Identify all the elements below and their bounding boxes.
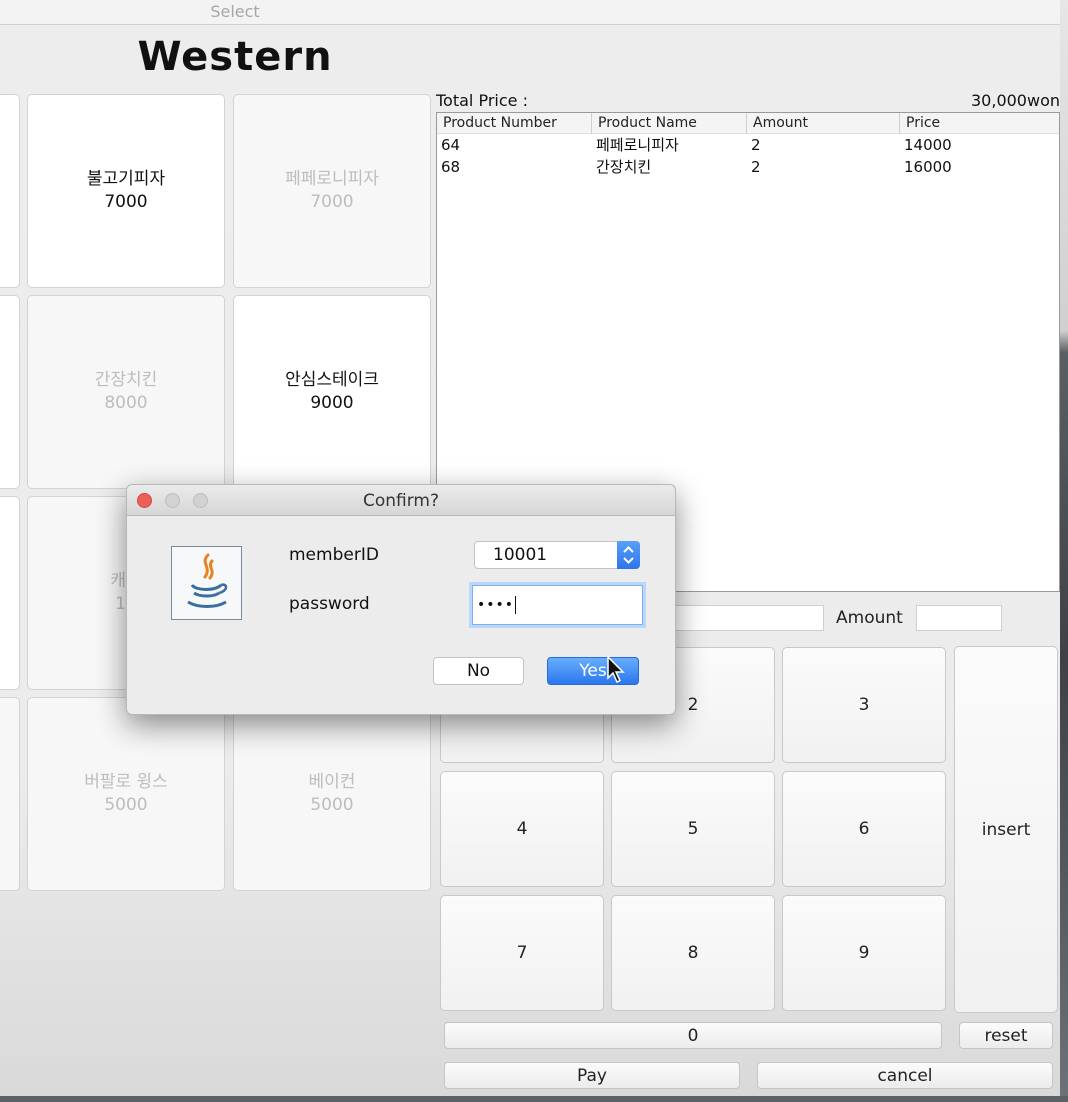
select-stepper-icon[interactable] [617, 541, 640, 569]
menu-item-card[interactable]: 버팔로 윙스 5000 [27, 697, 225, 891]
cell-product-name: 페페로니피자 [596, 136, 679, 154]
key-label: 3 [858, 695, 870, 715]
member-id-select[interactable]: 10001 [474, 541, 640, 569]
table-row[interactable]: 68 간장치킨 2 16000 [437, 156, 1059, 178]
keypad-key-3[interactable]: 3 [782, 647, 946, 763]
cancel-label: cancel [877, 1065, 933, 1086]
menu-item-name: 간장치킨 [94, 370, 158, 390]
cancel-button[interactable]: cancel [757, 1062, 1053, 1089]
insert-label: insert [981, 819, 1031, 840]
menu-item-card[interactable]: 페페로니피자 7000 [233, 94, 431, 288]
menu-card-partial[interactable] [0, 94, 20, 288]
menu-item-name: 베이컨 [308, 772, 356, 792]
menu-item-price: 8000 [104, 393, 148, 413]
menu-item-card[interactable]: 안심스테이크 9000 [233, 295, 431, 489]
menu-item-price: 5000 [104, 795, 148, 815]
menu-item-price: 7000 [310, 192, 354, 212]
product-field[interactable] [660, 605, 824, 631]
menu-item-name: 안심스테이크 [285, 370, 379, 390]
keypad-key-0[interactable]: 0 [444, 1022, 942, 1049]
text-caret [515, 596, 517, 614]
menu-item-card[interactable]: 간장치킨 8000 [27, 295, 225, 489]
menu-card-partial[interactable] [0, 295, 20, 489]
menu-item-name: 불고기피자 [86, 169, 166, 189]
key-label: 0 [687, 1025, 699, 1046]
key-label: 2 [687, 695, 699, 715]
member-id-label: memberID [289, 545, 379, 565]
menu-item-price: 9000 [310, 393, 354, 413]
key-label: 4 [516, 819, 528, 839]
amount-field[interactable] [916, 605, 1002, 631]
menu-item-name: 버팔로 윙스 [84, 772, 168, 792]
keypad-key-5[interactable]: 5 [611, 771, 775, 887]
titlebar: Select [0, 0, 1060, 25]
password-field[interactable]: •••• [472, 585, 643, 625]
key-label: 8 [687, 943, 699, 963]
confirm-dialog: Confirm? memberID 10001 password •••• No… [126, 484, 676, 715]
key-label: 7 [516, 943, 528, 963]
reset-button[interactable]: reset [959, 1022, 1053, 1049]
java-logo-icon [171, 546, 242, 620]
cell-amount: 2 [751, 158, 761, 176]
password-mask: •••• [477, 597, 515, 613]
keypad-key-6[interactable]: 6 [782, 771, 946, 887]
desktop-background [0, 1096, 1068, 1102]
cell-product-number: 68 [441, 158, 461, 176]
key-label: 5 [687, 819, 699, 839]
category-title: Western [137, 34, 333, 80]
cell-amount: 2 [751, 136, 761, 154]
pay-button[interactable]: Pay [444, 1062, 740, 1089]
total-price-value: 30,000won [971, 91, 1060, 110]
menu-item-card[interactable]: 불고기피자 7000 [27, 94, 225, 288]
total-price-label: Total Price : [436, 91, 528, 110]
reset-label: reset [984, 1025, 1028, 1046]
keypad-key-4[interactable]: 4 [440, 771, 604, 887]
key-label: 9 [858, 943, 870, 963]
keypad-key-8[interactable]: 8 [611, 895, 775, 1011]
no-button[interactable]: No [433, 657, 524, 685]
pay-label: Pay [577, 1065, 607, 1086]
desktop-background [1060, 0, 1068, 1102]
cell-price: 14000 [904, 136, 952, 154]
keypad-key-9[interactable]: 9 [782, 895, 946, 1011]
menu-item-price: 5000 [310, 795, 354, 815]
keypad-key-7[interactable]: 7 [440, 895, 604, 1011]
table-header: Product Number Product Name Amount Price [437, 113, 1059, 134]
column-header[interactable]: Amount [747, 113, 900, 134]
window-title: Select [210, 2, 260, 21]
column-header[interactable]: Product Number [437, 113, 592, 134]
dialog-titlebar: Confirm? [127, 485, 675, 516]
table-row[interactable]: 64 페페로니피자 2 14000 [437, 134, 1059, 156]
column-header[interactable]: Price [900, 113, 1059, 134]
menu-card-partial[interactable] [0, 496, 20, 690]
amount-label: Amount [836, 608, 903, 628]
member-id-value: 10001 [493, 545, 548, 565]
menu-item-card[interactable]: 베이컨 5000 [233, 697, 431, 891]
key-label: 6 [858, 819, 870, 839]
cell-product-number: 64 [441, 136, 461, 154]
mouse-pointer-icon [606, 655, 626, 688]
insert-button[interactable]: insert [954, 646, 1058, 1013]
menu-card-partial[interactable] [0, 697, 20, 891]
password-label: password [289, 594, 370, 614]
column-header[interactable]: Product Name [592, 113, 747, 134]
dialog-title: Confirm? [362, 491, 440, 511]
menu-item-price: 7000 [104, 192, 148, 212]
cell-price: 16000 [904, 158, 952, 176]
menu-item-name: 페페로니피자 [285, 169, 379, 189]
cell-product-name: 간장치킨 [596, 158, 652, 176]
